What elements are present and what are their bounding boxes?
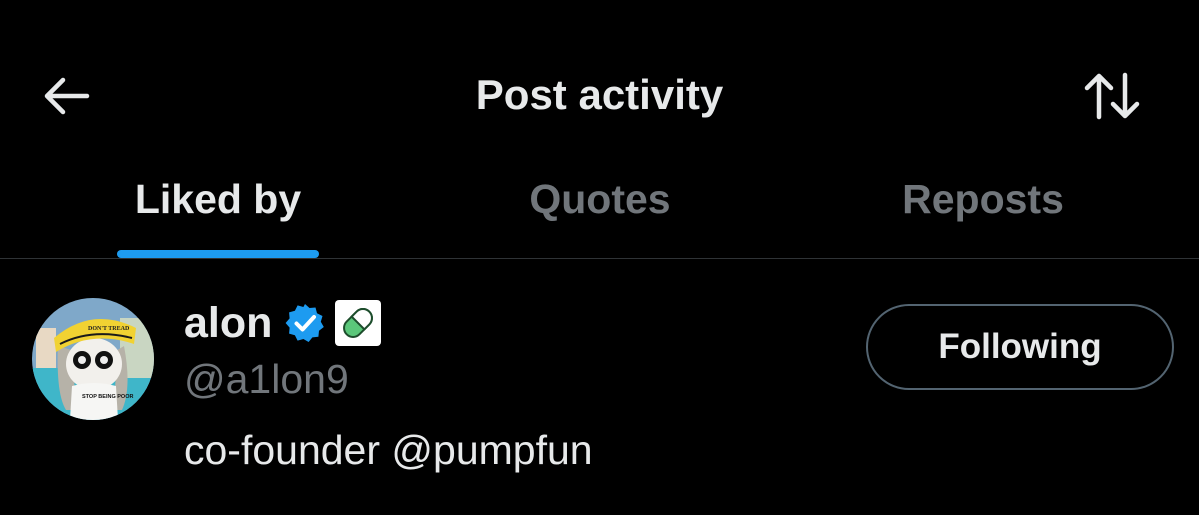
following-button-label: Following	[938, 327, 1102, 366]
user-handle[interactable]: @a1lon9	[184, 354, 349, 404]
avatar[interactable]: DON'T TREAD STOP BEING POOR	[32, 298, 154, 420]
tab-bar: Liked by Quotes Reposts	[0, 168, 1199, 258]
tab-quotes[interactable]: Quotes	[470, 168, 730, 258]
following-button[interactable]: Following	[866, 304, 1174, 390]
back-button[interactable]	[38, 72, 94, 120]
display-name[interactable]: alon	[184, 296, 272, 350]
tab-divider	[0, 258, 1199, 259]
tab-liked-by-label: Liked by	[134, 176, 302, 222]
avatar-shirt-text: STOP BEING POOR	[82, 394, 133, 400]
display-name-line: alon	[184, 296, 382, 350]
avatar-image: DON'T TREAD STOP BEING POOR	[32, 298, 154, 420]
avatar-hat-text: DON'T TREAD	[88, 326, 130, 332]
tab-quotes-label: Quotes	[529, 176, 671, 222]
tab-reposts-label: Reposts	[902, 176, 1064, 222]
active-tab-indicator	[117, 250, 319, 258]
tab-reposts[interactable]: Reposts	[853, 168, 1113, 258]
pill-icon[interactable]	[334, 299, 382, 347]
user-bio: co-founder @pumpfun	[184, 427, 593, 473]
tab-liked-by[interactable]: Liked by	[88, 168, 348, 258]
verified-badge-icon[interactable]	[284, 302, 326, 344]
sort-button[interactable]	[1080, 66, 1144, 126]
header-bar: Post activity	[0, 0, 1199, 180]
sort-arrows-icon	[1084, 72, 1140, 120]
arrow-left-icon	[44, 77, 90, 115]
user-list-item[interactable]: DON'T TREAD STOP BEING POOR alon @a1lon9…	[0, 260, 1199, 515]
page-title: Post activity	[475, 71, 724, 118]
